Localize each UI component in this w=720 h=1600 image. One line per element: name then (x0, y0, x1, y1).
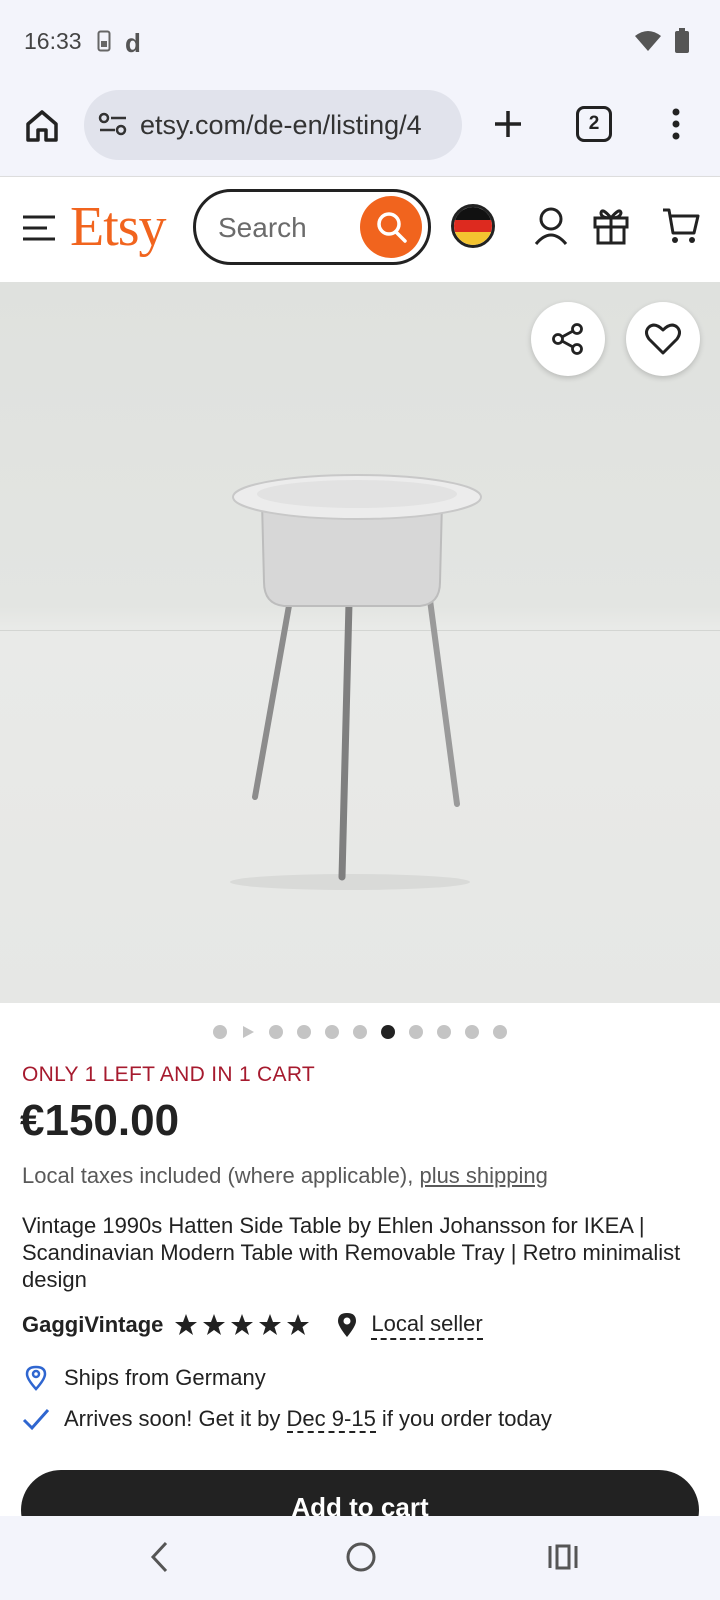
battery-icon (674, 28, 690, 59)
product-image[interactable] (0, 282, 720, 1003)
recents-button[interactable] (546, 1540, 580, 1579)
home-circle-icon (346, 1542, 376, 1572)
d-app-icon: d (125, 28, 141, 58)
tab-count: 2 (588, 113, 600, 134)
tab-switcher-button[interactable]: 2 (576, 106, 612, 142)
url-text: etsy.com/de-en/listing/4 (140, 110, 422, 140)
image-carousel-dots[interactable] (0, 1022, 720, 1042)
germany-flag-icon[interactable] (451, 204, 495, 248)
side-table-image (230, 474, 482, 890)
star-icon (203, 1314, 226, 1335)
gift-icon (593, 209, 629, 245)
search-input[interactable]: Search (193, 189, 431, 265)
share-icon (552, 323, 583, 355)
heart-icon (645, 323, 681, 355)
stock-note: ONLY 1 LEFT AND IN 1 CART (22, 1063, 316, 1086)
location-pin-icon (337, 1312, 357, 1338)
cart-button[interactable] (662, 207, 700, 250)
share-button[interactable] (531, 302, 605, 376)
etsy-logo[interactable]: Etsy (70, 195, 167, 259)
delivery-date-link[interactable]: Dec 9-15 (286, 1406, 376, 1433)
tax-text: Local taxes included (where applicable), (22, 1163, 420, 1188)
menu-button[interactable] (22, 211, 56, 245)
menu-icon (23, 215, 55, 241)
browser-toolbar: etsy.com/de-en/listing/4 2 (0, 86, 720, 176)
search-icon (377, 212, 407, 243)
arrival-suffix: if you order today (375, 1406, 552, 1431)
back-icon (150, 1541, 168, 1573)
arrival-row: Arrives soon! Get it by Dec 9-15 if you … (22, 1405, 552, 1433)
recents-icon (548, 1544, 578, 1570)
cart-icon (663, 208, 700, 243)
location-pin-outline-icon (22, 1364, 50, 1392)
home-icon (26, 110, 58, 142)
carousel-dot[interactable] (465, 1025, 479, 1039)
back-button[interactable] (146, 1540, 174, 1579)
more-menu-button[interactable] (664, 102, 688, 146)
search-button[interactable] (360, 196, 422, 258)
star-icon (259, 1314, 282, 1335)
favorite-button[interactable] (626, 302, 700, 376)
arrival-prefix: Arrives soon! Get it by (64, 1406, 287, 1431)
account-button[interactable] (533, 206, 569, 251)
plus-shipping-link[interactable]: plus shipping (419, 1163, 547, 1188)
carousel-dot[interactable] (353, 1025, 367, 1039)
status-left-icons: d (97, 28, 141, 59)
checkmark-icon (22, 1405, 50, 1433)
address-bar[interactable]: etsy.com/de-en/listing/4 (84, 90, 462, 160)
system-navigation-bar (0, 1516, 720, 1600)
new-tab-button[interactable] (486, 102, 530, 146)
listing-title: Vintage 1990s Hatten Side Table by Ehlen… (22, 1213, 681, 1292)
carousel-dot-active[interactable] (381, 1025, 395, 1039)
seller-row: GaggiVintage Local seller (22, 1310, 483, 1340)
more-vert-icon (672, 108, 680, 140)
site-settings-icon[interactable] (98, 110, 128, 143)
star-icon (287, 1314, 310, 1335)
home-nav-button[interactable] (344, 1540, 378, 1579)
wifi-icon (634, 30, 662, 57)
home-button[interactable] (20, 104, 64, 148)
ships-from-row: Ships from Germany (22, 1364, 266, 1392)
new-tab-icon (495, 111, 521, 137)
account-icon (534, 207, 568, 245)
video-play-icon[interactable] (241, 1025, 255, 1039)
carousel-dot[interactable] (409, 1025, 423, 1039)
tax-info: Local taxes included (where applicable),… (22, 1163, 548, 1189)
status-right-icons (634, 28, 690, 59)
carousel-dot[interactable] (493, 1025, 507, 1039)
carousel-dot[interactable] (437, 1025, 451, 1039)
status-time: 16:33 (24, 28, 82, 54)
star-icon (175, 1314, 198, 1335)
arrival-text: Arrives soon! Get it by Dec 9-15 if you … (64, 1406, 552, 1433)
price: €150.00 (20, 1096, 180, 1145)
carousel-dot[interactable] (213, 1025, 227, 1039)
carousel-dot[interactable] (269, 1025, 283, 1039)
star-icon (231, 1314, 254, 1335)
search-placeholder: Search (218, 212, 307, 243)
rating-stars[interactable] (173, 1313, 311, 1337)
gift-button[interactable] (592, 205, 630, 250)
phone-storage-icon (97, 30, 111, 57)
carousel-dot[interactable] (297, 1025, 311, 1039)
seller-name[interactable]: GaggiVintage (22, 1312, 163, 1338)
ships-from-text: Ships from Germany (64, 1365, 266, 1390)
local-seller-link[interactable]: Local seller (371, 1311, 483, 1340)
site-header: Etsy Search (0, 176, 720, 282)
carousel-dot[interactable] (325, 1025, 339, 1039)
status-bar: 16:33 d (0, 0, 720, 86)
